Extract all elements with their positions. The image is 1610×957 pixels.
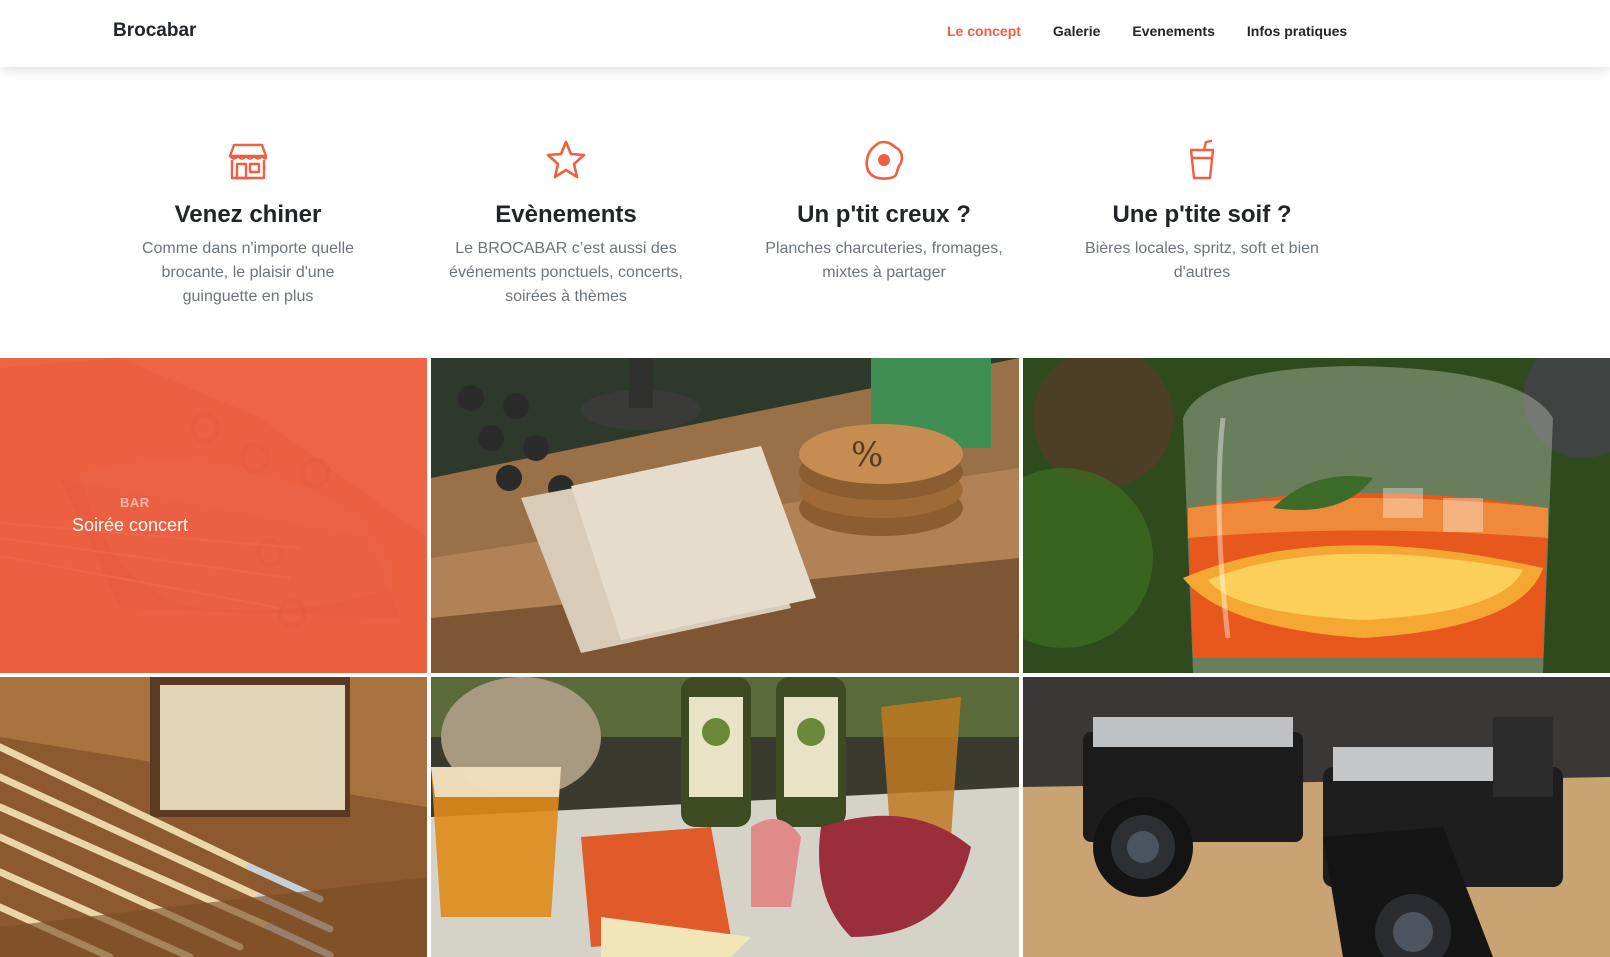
- nav-link-infos-pratiques[interactable]: Infos pratiques: [1247, 23, 1347, 39]
- services-section: Venez chiner Comme dans n'importe quelle…: [0, 67, 1610, 358]
- vintage-cameras-photo: [1023, 677, 1610, 957]
- vintage-rulers-photo: [0, 677, 427, 957]
- portfolio-item-3[interactable]: [1023, 358, 1610, 673]
- service-title: Un p'tit creux ?: [797, 201, 971, 228]
- nav-menu: Le concept Galerie Evenements Infos prat…: [947, 23, 1379, 39]
- guitar-headstock-photo: [0, 358, 427, 673]
- portfolio-grid: BAR Soirée concert %: [0, 358, 1610, 957]
- spritz-cocktail-photo: [1023, 358, 1610, 673]
- brand-logo[interactable]: Brocabar: [113, 20, 196, 42]
- service-text: Planches charcuteries, fromages, mixtes …: [765, 240, 1003, 281]
- nav-link-evenements[interactable]: Evenements: [1132, 23, 1214, 39]
- service-title: Evènements: [495, 201, 637, 228]
- service-text: Le BROCABAR c’est aussi des événements p…: [449, 240, 683, 305]
- portfolio-item-6[interactable]: [1023, 677, 1610, 957]
- star-icon: [546, 140, 586, 179]
- portfolio-item-5[interactable]: [431, 677, 1019, 957]
- cup-icon: [1189, 139, 1215, 180]
- coasters-notebook-photo: %: [431, 358, 1019, 673]
- service-title: Venez chiner: [174, 201, 322, 228]
- portfolio-item-soiree-concert[interactable]: BAR Soirée concert: [0, 358, 427, 673]
- nav-link-galerie[interactable]: Galerie: [1053, 23, 1100, 39]
- service-text: Comme dans n'importe quelle brocante, le…: [141, 240, 355, 305]
- shop-icon: [228, 143, 268, 180]
- nav-link-le-concept[interactable]: Le concept: [947, 23, 1021, 39]
- service-text: Bières locales, spritz, soft et bien d'a…: [1085, 240, 1319, 281]
- service-title: Une p'tite soif ?: [1112, 201, 1292, 228]
- portfolio-item-4[interactable]: [0, 677, 427, 957]
- portfolio-project-name: Soirée concert: [72, 515, 189, 535]
- portfolio-item-2[interactable]: %: [431, 358, 1019, 673]
- navbar: Brocabar Le concept Galerie Evenements I…: [0, 0, 1610, 67]
- pale-ale-platter-photo: [431, 677, 1019, 957]
- svg-text:%: %: [851, 435, 883, 475]
- portfolio-category: BAR: [120, 495, 150, 510]
- egg-icon: [865, 140, 904, 180]
